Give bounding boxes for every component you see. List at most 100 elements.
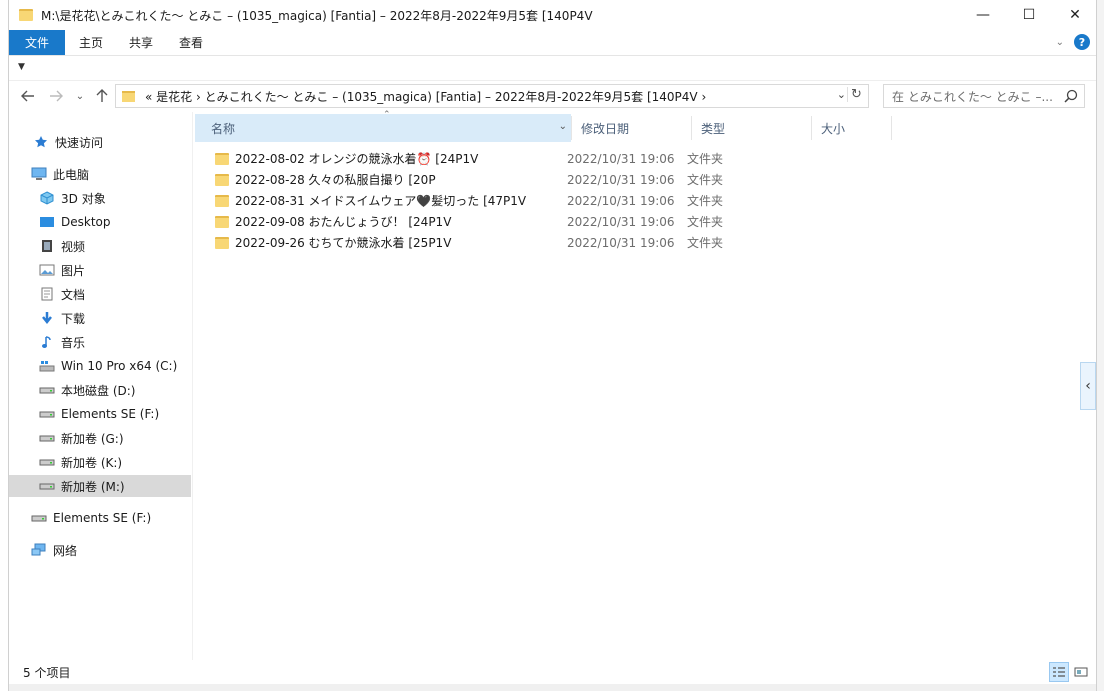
table-row[interactable]: 2022-08-31 メイドスイムウェア🖤髪切った [47P1V 2022/10…: [215, 190, 1075, 211]
folder-icon: [215, 215, 229, 228]
sidebar-item-3d-objects[interactable]: 3D 对象: [39, 187, 106, 209]
file-name: 2022-09-08 おたんじょうび！ [24P1V: [235, 215, 452, 229]
search-input[interactable]: 在 とみこれくた〜 とみこ –...: [892, 88, 1060, 105]
chevron-down-icon[interactable]: ⌄: [837, 88, 846, 101]
file-modified: 2022/10/31 19:06: [567, 193, 675, 208]
tab-view[interactable]: 查看: [166, 30, 216, 55]
navigation-pane: 快速访问 此电脑 3D 对象 Desktop 视频 图片 文档 下载 音乐 Wi…: [9, 118, 191, 660]
sidebar-item-network[interactable]: 网络: [31, 539, 77, 561]
maximize-button[interactable]: ☐: [1006, 0, 1052, 30]
details-view-button[interactable]: [1049, 662, 1069, 682]
large-icons-view-icon: [1074, 667, 1088, 677]
sidebar-item-drive-m[interactable]: 新加卷 (M:): [9, 475, 191, 497]
column-header-size[interactable]: 大小: [821, 114, 891, 142]
3d-objects-icon: [39, 191, 55, 205]
sidebar-item-drive-d[interactable]: 本地磁盘 (D:): [39, 379, 135, 401]
table-row[interactable]: 2022-08-02 オレンジの競泳水着⏰ [24P1V 2022/10/31 …: [215, 148, 1075, 169]
star-icon: [33, 135, 49, 149]
sidebar-item-documents[interactable]: 文档: [39, 283, 85, 305]
file-modified: 2022/10/31 19:06: [567, 214, 675, 229]
folder-icon: [215, 173, 229, 186]
customize-toolbar-icon[interactable]: ▼: [18, 62, 25, 72]
sidebar-item-label: 新加卷 (K:): [61, 455, 123, 470]
chevron-down-icon: ⌄: [75, 90, 85, 102]
expand-ribbon-icon[interactable]: ⌄: [1056, 37, 1064, 48]
arrow-right-icon: [50, 90, 63, 102]
tab-home[interactable]: 主页: [65, 30, 116, 55]
tab-file[interactable]: 文件: [9, 30, 65, 55]
sidebar-item-music[interactable]: 音乐: [39, 331, 85, 353]
sidebar-item-drive-g[interactable]: 新加卷 (G:): [39, 427, 124, 449]
sidebar-item-label: 3D 对象: [61, 191, 106, 206]
column-divider[interactable]: [811, 116, 812, 140]
drive-icon: [39, 383, 55, 397]
folder-icon: [215, 236, 229, 249]
sidebar-item-pictures[interactable]: 图片: [39, 259, 85, 281]
column-divider[interactable]: [691, 116, 692, 140]
chevron-left-icon: ‹: [1085, 378, 1091, 394]
folder-icon: [215, 152, 229, 165]
background-window-edge: [9, 684, 1096, 691]
quick-access-toolbar: ▼: [9, 57, 1096, 81]
file-type: 文件夹: [687, 173, 724, 187]
music-icon: [39, 335, 55, 349]
address-path[interactable]: « 是花花 › とみこれくた〜 とみこ – (1035_magica) [Fan…: [145, 88, 706, 105]
large-icons-view-button[interactable]: [1071, 662, 1091, 682]
folder-icon: [122, 90, 135, 102]
sidebar-item-drive-c[interactable]: Win 10 Pro x64 (C:): [39, 355, 177, 377]
sidebar-item-drive-f[interactable]: Elements SE (F:): [39, 403, 159, 425]
up-button[interactable]: [91, 86, 113, 106]
file-type: 文件夹: [687, 236, 724, 250]
chevron-down-icon[interactable]: ⌄: [559, 121, 567, 132]
collapse-panel-button[interactable]: ‹: [1080, 362, 1096, 410]
search-box[interactable]: 在 とみこれくた〜 とみこ –...: [883, 84, 1085, 108]
close-button[interactable]: ✕: [1052, 0, 1098, 30]
column-header-type[interactable]: 类型: [701, 114, 811, 142]
forward-button[interactable]: [45, 86, 67, 106]
address-bar[interactable]: « 是花花 › とみこれくた〜 とみこ – (1035_magica) [Fan…: [115, 84, 869, 108]
drive-icon: [39, 431, 55, 445]
column-divider[interactable]: [891, 116, 892, 140]
back-button[interactable]: [17, 86, 39, 106]
item-count: 5 个项目: [23, 665, 71, 680]
navigation-bar: ⌄ « 是花花 › とみこれくた〜 とみこ – (1035_magica) [F…: [9, 83, 1096, 109]
refresh-icon[interactable]: ↻: [847, 87, 865, 102]
table-row[interactable]: 2022-09-08 おたんじょうび！ [24P1V 2022/10/31 19…: [215, 211, 1075, 232]
sidebar-item-label: 视频: [61, 239, 86, 254]
sidebar-item-label: 文档: [61, 287, 86, 302]
table-row[interactable]: 2022-08-28 久々の私服自撮り [20P 2022/10/31 19:0…: [215, 169, 1075, 190]
column-header-modified[interactable]: 修改日期: [581, 114, 691, 142]
pane-separator[interactable]: [192, 112, 193, 660]
folder-icon: [215, 194, 229, 207]
help-icon[interactable]: ?: [1074, 34, 1090, 50]
tab-share[interactable]: 共享: [116, 30, 166, 55]
file-name: 2022-09-26 むちてか競泳水着 [25P1V: [235, 236, 452, 250]
column-divider[interactable]: [571, 116, 572, 140]
sidebar-item-downloads[interactable]: 下载: [39, 307, 85, 329]
file-type: 文件夹: [687, 215, 724, 229]
file-type: 文件夹: [687, 152, 724, 166]
sidebar-item-drive-k[interactable]: 新加卷 (K:): [39, 451, 122, 473]
sidebar-item-label: 本地磁盘 (D:): [61, 383, 136, 398]
title-bar[interactable]: M:\是花花\とみこれくた〜 とみこ – (1035_magica) [Fant…: [9, 0, 1096, 30]
sidebar-item-label: Win 10 Pro x64 (C:): [61, 359, 178, 373]
network-icon: [31, 543, 47, 557]
download-icon: [39, 311, 55, 325]
sidebar-item-label: Elements SE (F:): [61, 407, 160, 421]
video-icon: [39, 239, 55, 253]
sidebar-item-videos[interactable]: 视频: [39, 235, 85, 257]
file-modified: 2022/10/31 19:06: [567, 235, 675, 250]
sidebar-item-external-drive[interactable]: Elements SE (F:): [31, 507, 151, 529]
recent-locations-button[interactable]: ⌄: [69, 86, 91, 106]
sidebar-item-desktop[interactable]: Desktop: [39, 211, 111, 233]
sidebar-item-label: 新加卷 (G:): [61, 431, 124, 446]
minimize-button[interactable]: —: [960, 0, 1006, 30]
background-window-edge: [1097, 0, 1104, 691]
table-row[interactable]: 2022-09-26 むちてか競泳水着 [25P1V 2022/10/31 19…: [215, 232, 1075, 253]
column-header-name[interactable]: 名称 ⌃ ⌄: [195, 110, 571, 142]
search-icon[interactable]: [1064, 89, 1078, 103]
sidebar-item-this-pc[interactable]: 此电脑: [31, 163, 89, 185]
details-view-icon: [1053, 667, 1065, 677]
sort-ascending-icon: ⌃: [383, 110, 391, 120]
sidebar-item-quick-access[interactable]: 快速访问: [33, 131, 103, 153]
